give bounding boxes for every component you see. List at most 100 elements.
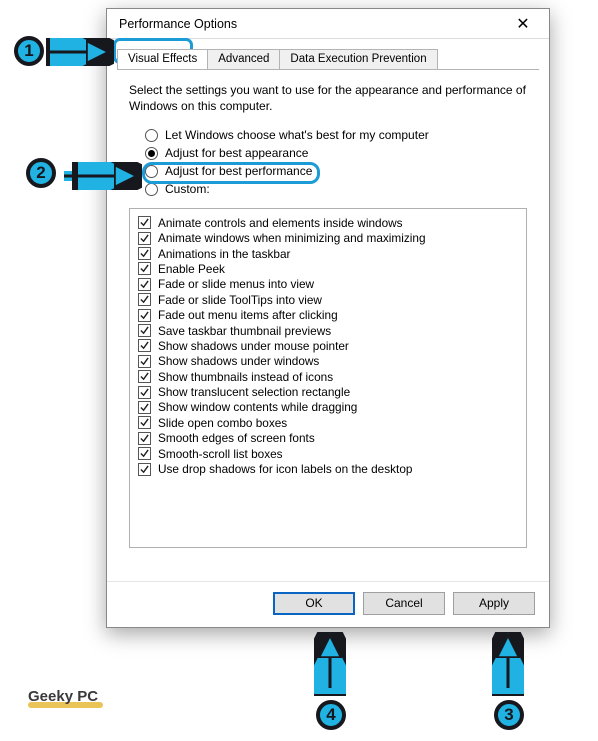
radio-group: Let Windows choose what's best for my co… — [145, 124, 531, 200]
checkbox-label: Animate windows when minimizing and maxi… — [158, 231, 426, 245]
checkbox-icon — [138, 262, 151, 275]
checkbox-icon — [138, 370, 151, 383]
radio-icon — [145, 147, 158, 160]
callout-number: 4 — [326, 705, 335, 725]
checkbox-label: Animate controls and elements inside win… — [158, 216, 403, 230]
close-icon: ✕ — [516, 14, 529, 34]
checkbox-icon — [138, 355, 151, 368]
radio-best-performance[interactable]: Adjust for best performance — [145, 164, 531, 178]
checkbox-option[interactable]: Fade or slide ToolTips into view — [138, 293, 518, 307]
tab-advanced[interactable]: Advanced — [207, 49, 280, 69]
tab-visual-effects[interactable]: Visual Effects — [117, 49, 208, 69]
performance-options-dialog: Performance Options ✕ Visual Effects Adv… — [106, 8, 550, 628]
arrow-icon — [46, 38, 114, 66]
checkbox-option[interactable]: Animations in the taskbar — [138, 247, 518, 261]
checkbox-option[interactable]: Fade or slide menus into view — [138, 277, 518, 291]
checkbox-label: Show shadows under windows — [158, 354, 319, 368]
button-label: Cancel — [385, 596, 422, 610]
checkbox-option[interactable]: Fade out menu items after clicking — [138, 308, 518, 322]
tab-label: Visual Effects — [128, 53, 197, 65]
radio-label: Adjust for best appearance — [165, 146, 308, 160]
ok-button[interactable]: OK — [273, 592, 355, 615]
checkbox-icon — [138, 463, 151, 476]
radio-icon — [145, 165, 158, 178]
checkbox-label: Show shadows under mouse pointer — [158, 339, 349, 353]
checkbox-option[interactable]: Use drop shadows for icon labels on the … — [138, 462, 518, 476]
checkbox-option[interactable]: Slide open combo boxes — [138, 416, 518, 430]
checkbox-option[interactable]: Smooth-scroll list boxes — [138, 447, 518, 461]
checkbox-label: Show thumbnails instead of icons — [158, 370, 333, 384]
checkbox-option[interactable]: Animate windows when minimizing and maxi… — [138, 231, 518, 245]
checkbox-icon — [138, 401, 151, 414]
visual-effects-listbox[interactable]: Animate controls and elements inside win… — [129, 208, 527, 548]
checkbox-option[interactable]: Smooth edges of screen fonts — [138, 431, 518, 445]
radio-label: Let Windows choose what's best for my co… — [165, 128, 429, 142]
watermark: Geeky PC — [28, 688, 103, 708]
checkbox-label: Smooth edges of screen fonts — [158, 431, 315, 445]
watermark-text: Geeky PC — [28, 688, 98, 705]
checkbox-icon — [138, 447, 151, 460]
tab-label: Advanced — [218, 53, 269, 65]
dialog-button-row: OK Cancel Apply — [107, 581, 549, 627]
checkbox-label: Show window contents while dragging — [158, 400, 357, 414]
checkbox-option[interactable]: Show shadows under mouse pointer — [138, 339, 518, 353]
cancel-button[interactable]: Cancel — [363, 592, 445, 615]
checkbox-icon — [138, 416, 151, 429]
callout-number: 1 — [24, 41, 33, 61]
button-label: Apply — [479, 596, 509, 610]
checkbox-label: Slide open combo boxes — [158, 416, 287, 430]
checkbox-label: Enable Peek — [158, 262, 225, 276]
radio-icon — [145, 129, 158, 142]
tab-content-visual-effects: Select the settings you want to use for … — [107, 70, 549, 581]
checkbox-label: Use drop shadows for icon labels on the … — [158, 462, 412, 476]
checkbox-icon — [138, 386, 151, 399]
checkbox-icon — [138, 324, 151, 337]
checkbox-label: Fade or slide ToolTips into view — [158, 293, 322, 307]
arrow-icon — [314, 632, 346, 696]
checkbox-icon — [138, 232, 151, 245]
checkbox-option[interactable]: Animate controls and elements inside win… — [138, 216, 518, 230]
arrow-icon — [60, 162, 142, 190]
callout-1: 1 — [14, 36, 44, 66]
checkbox-label: Smooth-scroll list boxes — [158, 447, 283, 461]
titlebar[interactable]: Performance Options ✕ — [107, 9, 549, 39]
checkbox-icon — [138, 247, 151, 260]
checkbox-option[interactable]: Show shadows under windows — [138, 354, 518, 368]
arrow-icon — [492, 632, 524, 696]
radio-label: Custom: — [165, 182, 210, 196]
checkbox-option[interactable]: Save taskbar thumbnail previews — [138, 324, 518, 338]
radio-custom[interactable]: Custom: — [145, 182, 531, 196]
button-label: OK — [305, 596, 322, 610]
radio-label: Adjust for best performance — [165, 164, 312, 178]
checkbox-icon — [138, 293, 151, 306]
checkbox-icon — [138, 432, 151, 445]
checkbox-icon — [138, 339, 151, 352]
checkbox-icon — [138, 309, 151, 322]
checkbox-label: Show translucent selection rectangle — [158, 385, 350, 399]
tab-label: Data Execution Prevention — [290, 53, 426, 65]
radio-icon — [145, 183, 158, 196]
radio-let-windows-choose[interactable]: Let Windows choose what's best for my co… — [145, 128, 531, 142]
callout-number: 3 — [504, 705, 513, 725]
callout-3: 3 — [494, 700, 524, 730]
callout-2: 2 — [26, 158, 56, 188]
close-button[interactable]: ✕ — [503, 12, 543, 36]
tab-data-execution-prevention[interactable]: Data Execution Prevention — [279, 49, 437, 69]
tab-bar: Visual Effects Advanced Data Execution P… — [107, 39, 549, 69]
description-text: Select the settings you want to use for … — [129, 82, 527, 114]
callout-number: 2 — [36, 163, 45, 183]
checkbox-option[interactable]: Enable Peek — [138, 262, 518, 276]
checkbox-label: Animations in the taskbar — [158, 247, 290, 261]
radio-best-appearance[interactable]: Adjust for best appearance — [145, 146, 531, 160]
checkbox-label: Fade or slide menus into view — [158, 277, 314, 291]
checkbox-label: Fade out menu items after clicking — [158, 308, 338, 322]
callout-4: 4 — [316, 700, 346, 730]
checkbox-option[interactable]: Show window contents while dragging — [138, 400, 518, 414]
checkbox-label: Save taskbar thumbnail previews — [158, 324, 331, 338]
checkbox-option[interactable]: Show thumbnails instead of icons — [138, 370, 518, 384]
apply-button[interactable]: Apply — [453, 592, 535, 615]
checkbox-option[interactable]: Show translucent selection rectangle — [138, 385, 518, 399]
window-title: Performance Options — [119, 17, 503, 31]
checkbox-icon — [138, 278, 151, 291]
checkbox-icon — [138, 216, 151, 229]
